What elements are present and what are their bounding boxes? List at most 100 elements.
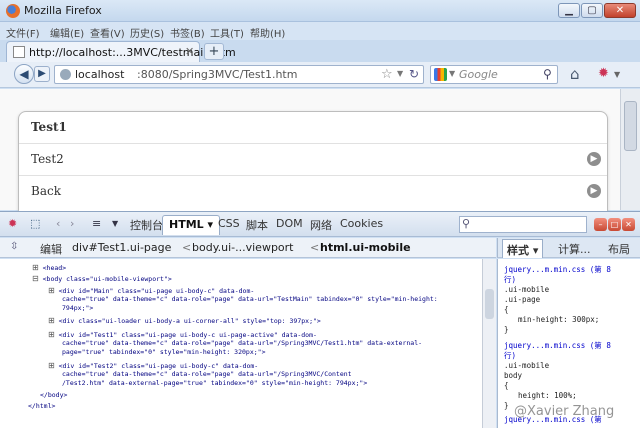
- reload-icon[interactable]: ↻: [409, 67, 419, 81]
- tab-computed[interactable]: 计算...: [558, 241, 591, 257]
- menu-file[interactable]: 文件(F): [6, 25, 40, 40]
- firebug-close-icon[interactable]: ✕: [622, 218, 635, 231]
- firebug-detach-icon[interactable]: □: [608, 218, 621, 231]
- panel-menu-icon[interactable]: ≡: [92, 217, 101, 230]
- menu-help[interactable]: 帮助(H): [250, 25, 285, 40]
- list-item-label: Test1: [31, 120, 67, 134]
- tab-html[interactable]: HTML ▾: [162, 215, 221, 235]
- html-panel: ⊞ <head> ⊟ <body class="ui-mobile-viewpo…: [0, 259, 482, 428]
- style-panel: jquery...m.min.css (第 8 行) .ui-mobile .u…: [497, 259, 640, 428]
- breadcrumb-item[interactable]: div#Test1.ui-page: [72, 241, 171, 254]
- tab-close-icon[interactable]: ✕: [185, 45, 194, 58]
- url-bar[interactable]: localhost :8080/Spring3MVC/Test1.htm ☆ ▼…: [54, 65, 424, 84]
- html-panel-scrollbar-thumb[interactable]: [485, 289, 494, 319]
- arrow-right-icon: ▶: [587, 152, 601, 166]
- breadcrumb-separator-icon: <: [182, 241, 192, 254]
- html-line: page="true" tabindex="0" style="min-heig…: [62, 348, 266, 356]
- page-scrollbar[interactable]: [620, 89, 640, 210]
- list-item[interactable]: Test2 ▶: [19, 144, 607, 176]
- firebug-search-input[interactable]: ⚲: [459, 216, 587, 233]
- search-icon[interactable]: ⚲: [543, 67, 552, 81]
- bookmark-star-icon[interactable]: ☆: [381, 67, 393, 82]
- css-source-link[interactable]: jquery...m.min.css (第 8: [504, 341, 611, 351]
- html-line: <div id="Main" class="ui-page ui-body-c"…: [58, 287, 255, 295]
- search-bar[interactable]: ▼ Google ⚲: [430, 65, 558, 84]
- html-node[interactable]: ⊞ <head>: [32, 263, 66, 273]
- breadcrumb-item[interactable]: body.ui-...viewport: [192, 241, 294, 254]
- menu-tools[interactable]: 工具(T): [210, 25, 244, 40]
- css-brace: {: [504, 305, 509, 314]
- firebug-minimize-icon[interactable]: –: [594, 218, 607, 231]
- collapse-icon[interactable]: ⊟: [32, 274, 39, 283]
- css-brace: }: [504, 401, 509, 410]
- edit-button[interactable]: 编辑: [40, 241, 62, 257]
- maximize-button[interactable]: ▢: [581, 3, 603, 18]
- css-source-link[interactable]: jquery...m.min.css (第 8: [504, 265, 611, 275]
- site-identity-icon[interactable]: [60, 69, 71, 80]
- minimize-button[interactable]: ▁: [558, 3, 580, 18]
- back-button[interactable]: ◀: [14, 64, 34, 84]
- html-line: <div id="Test2" class="ui-page ui-body-c…: [58, 362, 259, 370]
- expand-icon[interactable]: ⊞: [48, 316, 55, 325]
- tab-style[interactable]: 样式 ▾: [502, 239, 544, 258]
- html-line: /Test2.htm" data-external-page="true" ta…: [62, 379, 368, 387]
- list-item-label: Back: [31, 184, 61, 198]
- breadcrumb-item[interactable]: html.ui-mobile: [320, 241, 411, 254]
- list-item[interactable]: Test1: [19, 112, 607, 144]
- menu-bookmarks[interactable]: 书签(B): [170, 25, 205, 40]
- css-source-line: 行): [504, 351, 517, 360]
- tab-script[interactable]: 脚本: [246, 217, 268, 233]
- page-icon: [13, 46, 25, 58]
- expand-icon[interactable]: ⊞: [48, 286, 55, 295]
- css-declaration[interactable]: min-height: 300px;: [518, 315, 599, 325]
- search-engine-dropdown-icon[interactable]: ▼: [449, 69, 455, 78]
- menu-view[interactable]: 查看(V): [90, 25, 125, 40]
- css-brace: {: [504, 381, 509, 390]
- split-icon[interactable]: ⇳: [10, 241, 18, 252]
- expand-icon[interactable]: ⊞: [48, 330, 55, 339]
- side-panel-tabs: 样式 ▾ 计算... 布局: [497, 238, 640, 258]
- tab-net[interactable]: 网络: [310, 217, 332, 233]
- page-scrollbar-thumb[interactable]: [624, 101, 637, 151]
- panel-dropdown-icon[interactable]: ▼: [112, 219, 118, 228]
- firebug-icon[interactable]: ✹: [598, 66, 609, 81]
- tab-cookies[interactable]: Cookies: [340, 217, 383, 230]
- html-line: cache="true" data-theme="c" data-role="p…: [62, 370, 352, 378]
- forward-button[interactable]: ▶: [34, 66, 50, 82]
- html-line: </html>: [28, 402, 56, 410]
- css-declaration[interactable]: height: 100%;: [518, 391, 577, 401]
- nav-forward-icon[interactable]: ›: [70, 217, 74, 230]
- tab-style-label: 样式: [507, 244, 529, 257]
- list-item[interactable]: Back ▶: [19, 176, 607, 208]
- html-node[interactable]: ⊞ <div class="ui-loader ui-body-a ui-cor…: [48, 316, 321, 326]
- menu-history[interactable]: 历史(S): [130, 25, 164, 40]
- html-line: <head>: [42, 264, 67, 272]
- html-node[interactable]: ⊟ <body class="ui-mobile-viewport">: [32, 274, 172, 284]
- new-tab-button[interactable]: +: [204, 43, 224, 60]
- tab-testmain[interactable]: http://localhost:...3MVC/testmain.htm ✕: [6, 41, 236, 62]
- url-dropdown-icon[interactable]: ▼: [397, 69, 403, 78]
- close-window-button[interactable]: ✕: [604, 3, 636, 18]
- tab-dom[interactable]: DOM: [276, 217, 303, 230]
- html-panel-scrollbar[interactable]: [482, 259, 496, 428]
- tab-console[interactable]: 控制台: [130, 217, 163, 233]
- css-selector: .ui-page: [504, 295, 541, 304]
- window-title: Mozilla Firefox: [24, 4, 102, 17]
- arrow-right-icon: ▶: [587, 184, 601, 198]
- firebug-menu-icon[interactable]: ✹: [8, 217, 17, 230]
- breadcrumb-separator-icon: <: [310, 241, 320, 254]
- menu-edit[interactable]: 编辑(E): [50, 25, 84, 40]
- firebug-toolbar: ✹ ⬚ ‹ › ≡ ▼ 控制台 HTML ▾ CSS 脚本 DOM 网络 Coo…: [0, 211, 640, 237]
- tab-layout[interactable]: 布局: [608, 241, 630, 257]
- html-line: <div id="Test1" class="ui-page ui-body-c…: [58, 331, 317, 339]
- nav-back-icon[interactable]: ‹: [56, 217, 60, 230]
- expand-icon[interactable]: ⊞: [48, 361, 55, 370]
- home-icon[interactable]: ⌂: [570, 65, 580, 83]
- watermark: @Xavier Zhang: [514, 404, 615, 419]
- navigation-toolbar: ◀ ▶ localhost :8080/Spring3MVC/Test1.htm…: [0, 62, 640, 88]
- expand-icon[interactable]: ⊞: [32, 263, 39, 272]
- firebug-dropdown-icon[interactable]: ▼: [614, 70, 620, 79]
- google-icon[interactable]: [434, 68, 447, 81]
- tab-css[interactable]: CSS: [218, 217, 240, 230]
- inspect-icon[interactable]: ⬚: [30, 217, 40, 230]
